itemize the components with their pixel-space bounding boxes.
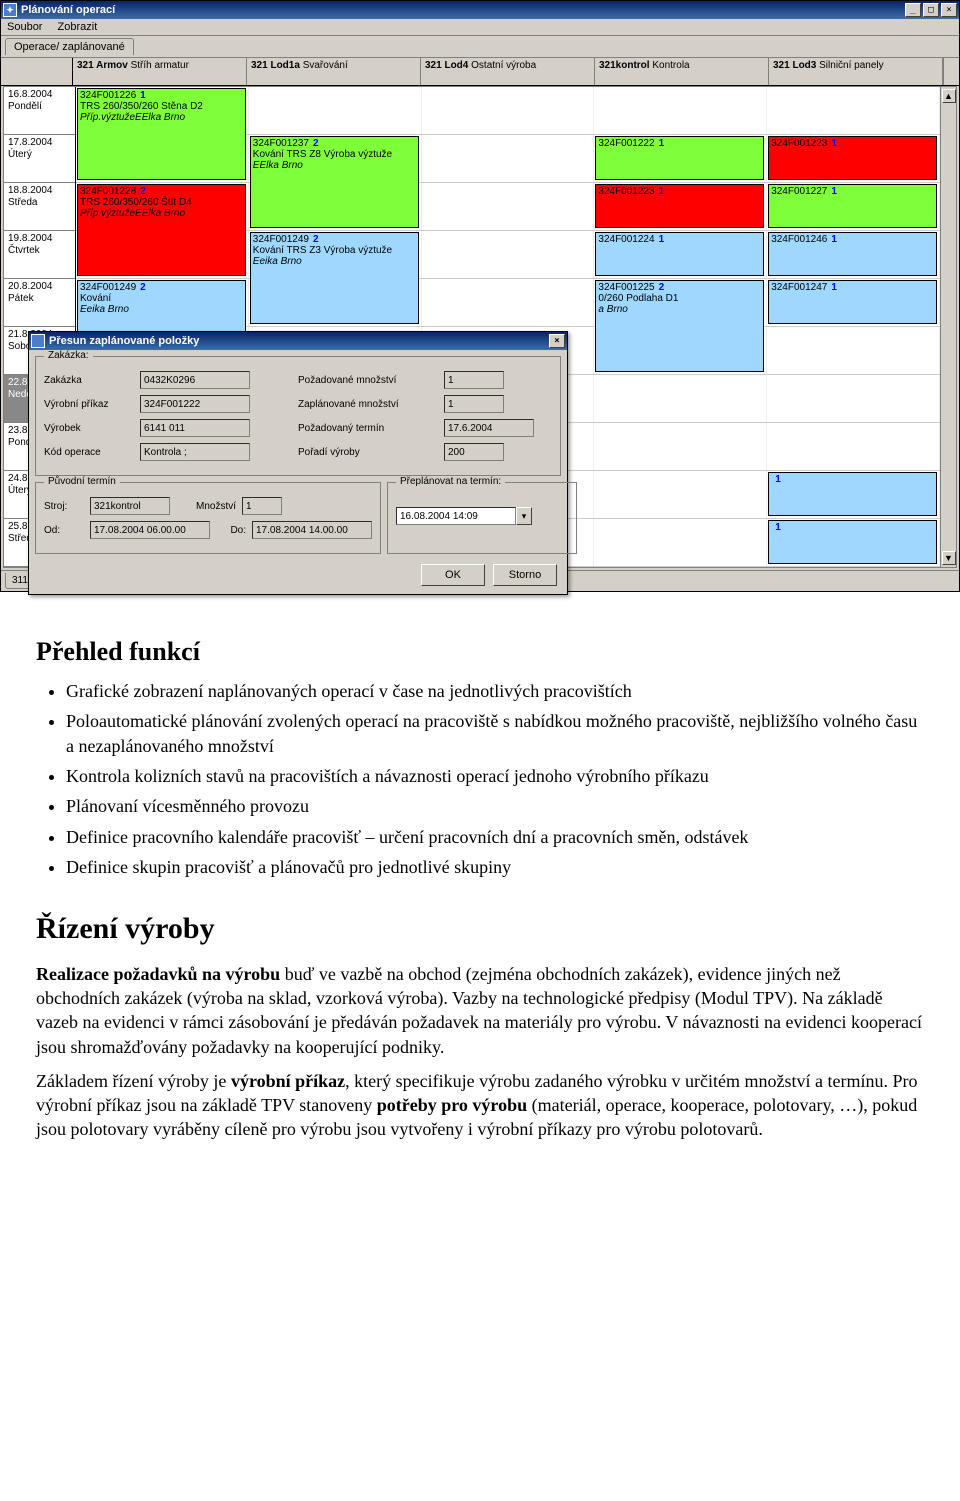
operation-block[interactable]: 324F0012492Kování TRS Z3 Výroba výztužeE… — [250, 232, 419, 324]
operation-block[interactable]: 324F0012231 — [768, 136, 937, 180]
toolbar-tabs: Operace/ zaplánované — [1, 36, 959, 58]
operation-block[interactable]: 324F0012372Kování TRS Z8 Výroba výztužeE… — [250, 136, 419, 228]
list-item: Definice pracovního kalendáře pracovišť … — [66, 825, 924, 849]
group-original-term: Původní termín Stroj: 321kontrol Množstv… — [35, 482, 381, 554]
vertical-scrollbar[interactable]: ▲ ▼ — [940, 87, 956, 567]
operation-block[interactable]: 1 — [768, 472, 937, 516]
operation-block[interactable]: 324F00122520/260 Podlaha D1a Brno — [595, 280, 764, 372]
group-original-legend: Původní termín — [44, 476, 120, 487]
label-product: Výrobek — [44, 423, 134, 434]
row-header[interactable]: 16.8.2004Pondělí — [4, 87, 75, 135]
group-order: Zakázka: Zakázka 0432K0296 Výrobní příka… — [35, 356, 561, 476]
field-new-term[interactable]: 16.08.2004 14:09 — [396, 507, 516, 525]
header-scroll-gutter — [943, 58, 959, 85]
row-header[interactable]: 18.8.2004Středa — [4, 183, 75, 231]
chevron-down-icon[interactable]: ▾ — [516, 507, 532, 525]
field-qty: 1 — [242, 497, 282, 515]
operation-block[interactable]: 324F0012461 — [768, 232, 937, 276]
window-title: Plánování operací — [21, 4, 905, 16]
field-planned-qty: 1 — [444, 395, 504, 413]
heading-overview: Přehled funkcí — [36, 634, 924, 669]
heading-section: Řízení výroby — [36, 909, 924, 950]
menubar: Soubor Zobrazit — [1, 19, 959, 36]
operation-block[interactable]: 1 — [768, 520, 937, 564]
row-header[interactable]: 17.8.2004Úterý — [4, 135, 75, 183]
field-order-seq: 200 — [444, 443, 504, 461]
titlebar: ✦ Plánování operací _ □ × — [1, 1, 959, 19]
datetime-picker[interactable]: 16.08.2004 14:09 ▾ — [396, 507, 532, 525]
label-prod-order: Výrobní příkaz — [44, 399, 134, 410]
col-header[interactable]: 321 Lod3 Silniční panely — [769, 58, 943, 85]
column-headers: 321 Armov Stříh armatur 321 Lod1a Svařov… — [1, 58, 959, 86]
label-to: Do: — [216, 525, 246, 536]
document-body: Přehled funkcí Grafické zobrazení naplán… — [0, 592, 960, 1200]
maximize-button[interactable]: □ — [923, 3, 939, 17]
field-to: 17.08.2004 14.00.00 — [252, 521, 372, 539]
schedule-grid: 16.8.2004Pondělí 17.8.2004Úterý 18.8.200… — [3, 86, 957, 568]
row-header[interactable]: 20.8.2004Pátek — [4, 279, 75, 327]
row-header[interactable]: 19.8.2004Čtvrtek — [4, 231, 75, 279]
field-prod-order: 324F001222 — [140, 395, 250, 413]
close-button[interactable]: × — [941, 3, 957, 17]
paragraph: Realizace požadavků na výrobu buď ve vaz… — [36, 962, 924, 1059]
label-from: Od: — [44, 525, 84, 536]
label-req-qty: Požadované množství — [298, 375, 438, 386]
menu-file[interactable]: Soubor — [7, 21, 42, 33]
col-header[interactable]: 321 Lod4 Ostatní výroba — [421, 58, 595, 85]
field-machine: 321kontrol — [90, 497, 170, 515]
list-item: Definice skupin pracovišť a plánovačů pr… — [66, 855, 924, 879]
label-qty: Množství — [176, 501, 236, 512]
list-item: Poloautomatické plánování zvolených oper… — [66, 709, 924, 758]
field-from: 17.08.2004 06.00.00 — [90, 521, 210, 539]
dialog-close-button[interactable]: × — [549, 334, 565, 348]
group-replan-legend: Přeplánovat na termín: — [396, 476, 505, 487]
list-item: Grafické zobrazení naplánovaných operací… — [66, 679, 924, 703]
planning-app-window: ✦ Plánování operací _ □ × Soubor Zobrazi… — [0, 0, 960, 592]
scroll-down-icon[interactable]: ▼ — [942, 551, 956, 565]
tab-operations-planned[interactable]: Operace/ zaplánované — [5, 38, 134, 55]
group-order-legend: Zakázka: — [44, 350, 93, 361]
operation-block[interactable]: 324F0012471 — [768, 280, 937, 324]
feature-list: Grafické zobrazení naplánovaných operací… — [66, 679, 924, 879]
field-order: 0432K0296 — [140, 371, 250, 389]
group-replan: Přeplánovat na termín: 16.08.2004 14:09 … — [387, 482, 577, 554]
operation-block[interactable]: 324F0012241 — [595, 232, 764, 276]
list-item: Kontrola kolizních stavů na pracovištích… — [66, 764, 924, 788]
menu-view[interactable]: Zobrazit — [58, 21, 98, 33]
operation-block[interactable]: 324F0012282TRS 260/350/260 Štít D4Příp.v… — [77, 184, 246, 276]
ok-button[interactable]: OK — [421, 564, 485, 586]
cancel-button[interactable]: Storno — [493, 564, 557, 586]
scroll-up-icon[interactable]: ▲ — [942, 89, 956, 103]
operation-block[interactable]: 324F0012221 — [595, 136, 764, 180]
label-order: Zakázka — [44, 375, 134, 386]
move-planned-item-dialog: Přesun zaplánované položky × Zakázka: Za… — [28, 331, 568, 595]
label-opcode: Kód operace — [44, 447, 134, 458]
col-header[interactable]: 321kontrol Kontrola — [595, 58, 769, 85]
col-header[interactable]: 321 Lod1a Svařování — [247, 58, 421, 85]
field-product: 6141 011 — [140, 419, 250, 437]
field-req-qty: 1 — [444, 371, 504, 389]
operation-block[interactable]: 324F0012261TRS 260/350/260 Stěna D2Příp.… — [77, 88, 246, 180]
label-machine: Stroj: — [44, 501, 84, 512]
dialog-titlebar: Přesun zaplánované položky × — [29, 332, 567, 350]
label-req-term: Požadovaný termín — [298, 423, 438, 434]
dialog-title: Přesun zaplánované položky — [49, 335, 549, 347]
header-corner — [1, 58, 73, 85]
field-req-term: 17.6.2004 — [444, 419, 534, 437]
field-opcode: Kontrola ; — [140, 443, 250, 461]
list-item: Plánovaní vícesměnného provozu — [66, 794, 924, 818]
col-header[interactable]: 321 Armov Stříh armatur — [73, 58, 247, 85]
operation-block[interactable]: 324F0012271 — [768, 184, 937, 228]
minimize-button[interactable]: _ — [905, 3, 921, 17]
operation-block[interactable]: 324F0012231 — [595, 184, 764, 228]
paragraph: Základem řízení výroby je výrobní příkaz… — [36, 1069, 924, 1142]
app-icon: ✦ — [3, 3, 17, 17]
label-order-seq: Pořadí výroby — [298, 447, 438, 458]
label-planned-qty: Zaplánované množství — [298, 399, 438, 410]
dialog-icon — [31, 334, 45, 348]
